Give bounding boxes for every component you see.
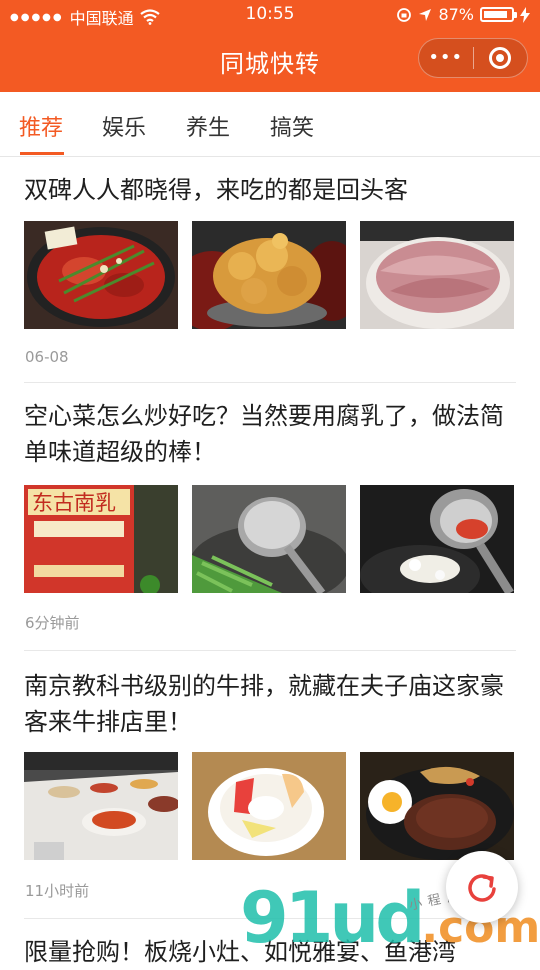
raw-meat-slices-photo[interactable] (360, 221, 514, 329)
close-button[interactable] (474, 38, 528, 78)
tab-health[interactable]: 养生 (186, 110, 230, 142)
tab-funny[interactable]: 搞笑 (270, 110, 314, 142)
article-time: 06-08 (25, 348, 69, 366)
tab-recommend[interactable]: 推荐 (19, 110, 63, 142)
article-title[interactable]: 双碑人人都晓得，来吃的都是回头客 (24, 172, 510, 208)
rotation-lock-icon (397, 7, 412, 22)
fermented-tofu-jar-photo[interactable]: 东古南乳 (24, 485, 178, 593)
buffet-counter-photo[interactable] (24, 752, 178, 860)
article-title[interactable]: 空心菜怎么炒好吃？当然要用腐乳了，做法简单味道超级的棒！ (24, 398, 510, 470)
article-time: 11小时前 (25, 882, 90, 900)
refresh-icon (468, 874, 496, 902)
ladle-in-wok-photo[interactable] (360, 485, 514, 593)
watermark-brand: 91ud (240, 877, 425, 959)
article-time: 6分钟前 (25, 614, 80, 632)
divider (24, 382, 516, 383)
active-tab-indicator (20, 152, 64, 155)
spicy-hotpot-photo[interactable] (24, 221, 178, 329)
close-circle-icon (489, 47, 512, 69)
battery-percent: 87% (438, 5, 474, 24)
battery-icon (480, 7, 517, 22)
status-bar: ●●●●● 中国联通 10:55 87% (0, 0, 540, 30)
miniprogram-capsule: ••• (418, 38, 528, 78)
ladle-over-greens-photo[interactable] (192, 485, 346, 593)
divider (24, 650, 516, 651)
fruit-salad-bowl-photo[interactable] (192, 752, 346, 860)
article-title[interactable]: 南京教科书级别的牛排，就藏在夫子庙这家豪客来牛排店里！ (24, 668, 510, 740)
svg-text:东古南乳: 东古南乳 (32, 491, 116, 515)
refresh-button[interactable] (446, 851, 518, 923)
top-bar: ●●●●● 中国联通 10:55 87% 同城快转 ••• (0, 0, 540, 92)
category-tabs: 推荐 娱乐 养生 搞笑 (0, 92, 540, 157)
steak-plate-photo[interactable] (360, 752, 514, 860)
fried-chicken-photo[interactable] (192, 221, 346, 329)
charging-icon (520, 6, 530, 23)
tab-entertainment[interactable]: 娱乐 (102, 110, 146, 142)
more-button[interactable]: ••• (419, 38, 473, 78)
location-icon (419, 8, 432, 21)
